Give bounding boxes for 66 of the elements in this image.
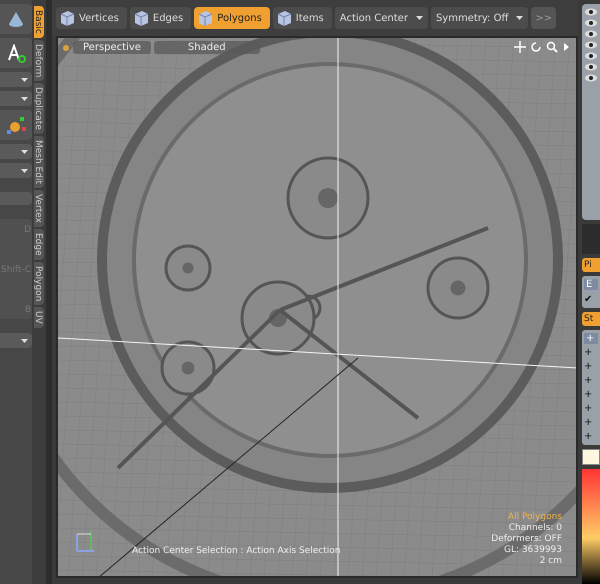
viewport-info: All Polygons (508, 512, 562, 522)
search-icon[interactable] (546, 41, 558, 53)
transform-gizmo-icon[interactable] (5, 116, 27, 134)
panel-tab[interactable]: Pi (582, 258, 600, 272)
eye-icon[interactable] (585, 8, 597, 16)
add-button[interactable]: + (584, 375, 598, 386)
tab[interactable]: Deform (34, 40, 44, 82)
add-button[interactable]: + (584, 347, 598, 358)
eye-icon[interactable] (585, 74, 597, 82)
eye-icon[interactable] (585, 19, 597, 27)
shading-menu[interactable]: Shaded (154, 41, 260, 54)
dropdown[interactable] (0, 333, 32, 348)
panel-tab[interactable]: St (582, 312, 600, 326)
add-button[interactable]: + (584, 403, 598, 414)
tab[interactable]: Edge (34, 229, 44, 260)
add-button[interactable]: + (584, 333, 598, 344)
caret-icon (21, 96, 28, 100)
cube-icon (132, 10, 149, 26)
add-button[interactable]: + (584, 417, 598, 428)
tab[interactable]: Mesh Edit (34, 136, 44, 188)
tab[interactable]: UV (34, 307, 44, 328)
eye-icon[interactable] (585, 30, 597, 38)
check-mark: ✔ (584, 294, 594, 305)
dropdown[interactable] (0, 91, 32, 106)
caret-icon (21, 150, 28, 154)
axis-gizmo-icon (74, 528, 96, 554)
caret-icon (21, 168, 28, 172)
color-swatch[interactable] (582, 449, 600, 465)
text-tool-icon[interactable] (6, 44, 26, 62)
add-button[interactable]: + (584, 361, 598, 372)
dropdown[interactable] (0, 72, 32, 87)
cube-icon (197, 10, 214, 26)
dropdown[interactable] (0, 163, 32, 178)
caret-icon (516, 16, 524, 20)
caret-icon (21, 78, 28, 82)
tab[interactable]: Basic (34, 6, 44, 38)
mode-button[interactable]: Edges (130, 7, 192, 29)
dropdown[interactable]: Action Center (334, 7, 428, 29)
dropdown[interactable]: Symmetry: Off (430, 7, 528, 29)
caret-icon (21, 338, 28, 342)
eye-icon[interactable] (585, 52, 597, 60)
caret-icon (416, 16, 423, 20)
viewport-info: 2 cm (540, 556, 562, 566)
add-button[interactable]: + (584, 389, 598, 400)
view-menu[interactable]: Perspective (73, 41, 151, 54)
tab[interactable]: Polygon (34, 262, 44, 306)
cone-icon[interactable] (7, 10, 25, 28)
eye-icon[interactable] (585, 63, 597, 71)
viewport-info: GL: 3639993 (504, 545, 562, 555)
input-field[interactable] (0, 192, 32, 205)
mode-button[interactable]: Vertices (56, 7, 127, 29)
tab[interactable]: Vertex (34, 190, 44, 228)
rotate-icon[interactable] (530, 41, 542, 53)
dropdown[interactable] (0, 144, 32, 159)
cube-icon (59, 10, 75, 26)
mode-button[interactable]: Polygons (194, 7, 270, 29)
move-icon[interactable] (514, 41, 526, 53)
mode-button[interactable]: Items (272, 7, 332, 29)
viewport-info: Channels: 0 (508, 523, 562, 533)
column-header: E (584, 279, 598, 290)
add-button[interactable]: + (584, 431, 598, 442)
cube-icon (276, 10, 292, 26)
viewport-info: Deformers: OFF (491, 534, 562, 544)
tab[interactable]: Duplicate (34, 83, 44, 134)
color-gradient[interactable] (582, 469, 600, 584)
eye-icon[interactable] (585, 41, 597, 49)
